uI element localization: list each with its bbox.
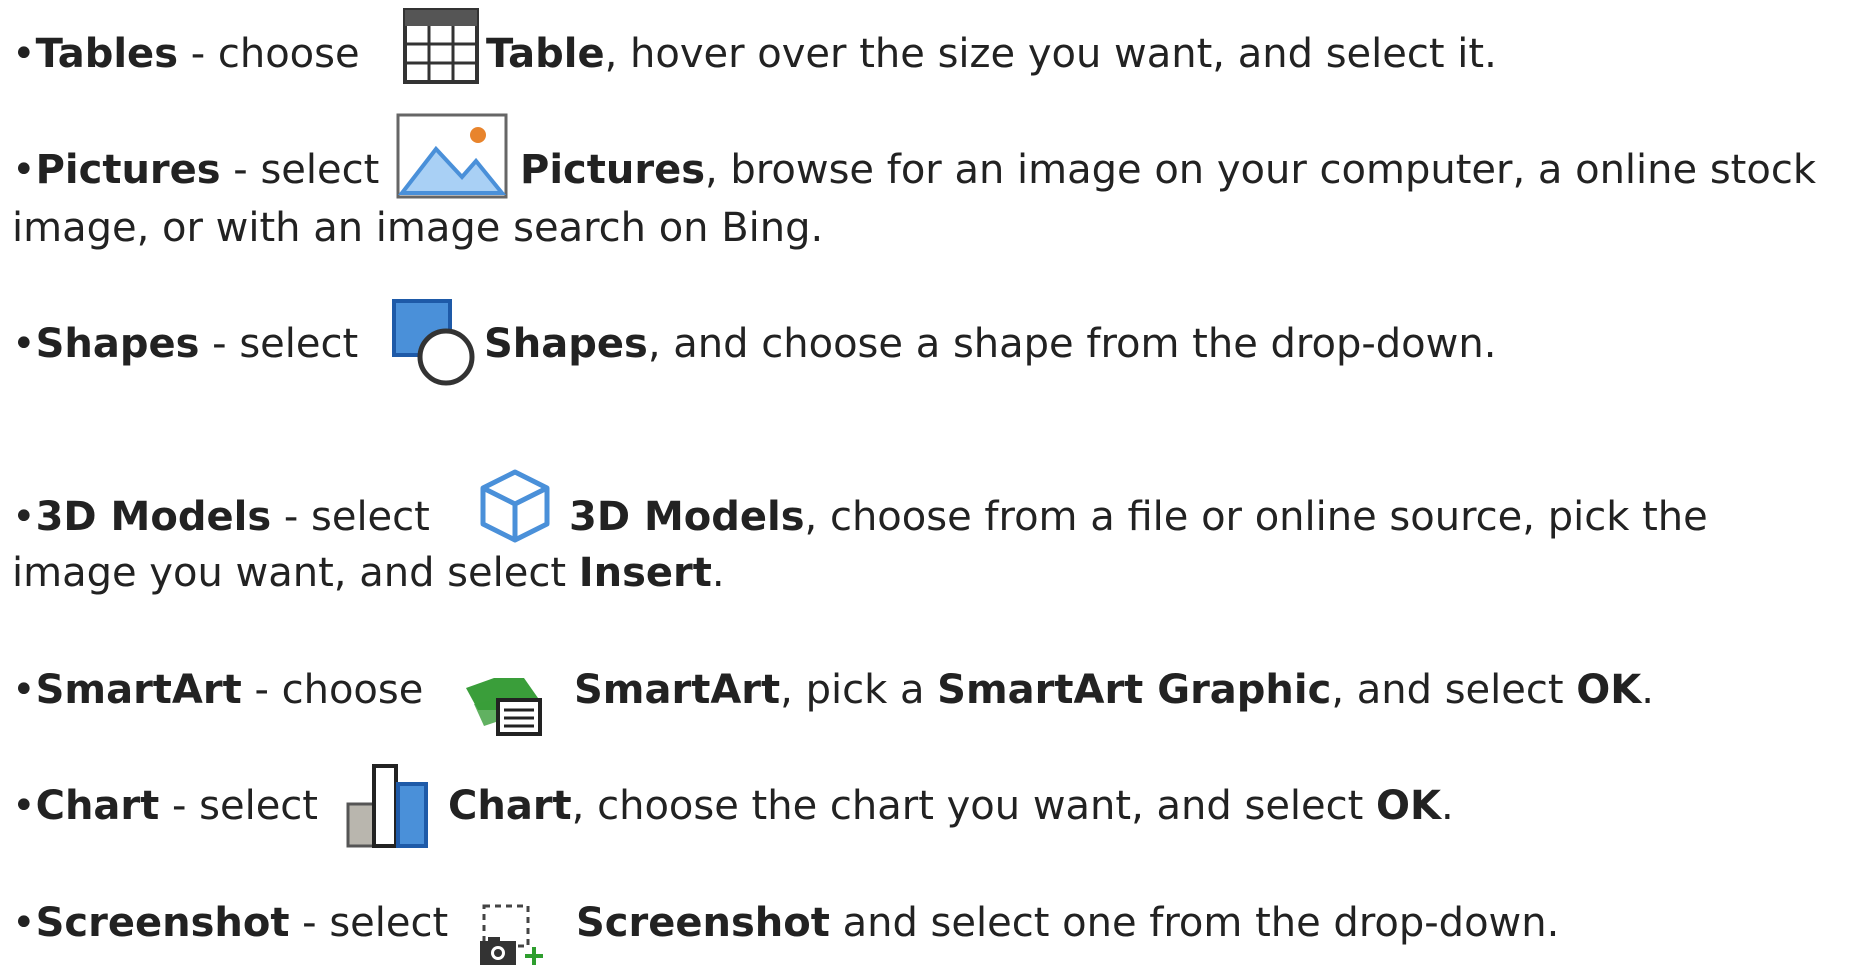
item-label: Pictures xyxy=(520,147,705,193)
bullet: • xyxy=(12,321,36,367)
item-3d-models-tail: 3D Models, choose from a file or online … xyxy=(569,489,1708,545)
bullet: • xyxy=(12,900,36,946)
bullet: • xyxy=(12,494,36,540)
item-3d-models-cont: image you want, and select Insert. xyxy=(12,545,725,601)
item-screenshot-tail: Screenshot and select one from the drop-… xyxy=(576,895,1559,951)
item-rest: , and choose a shape from the drop-down. xyxy=(647,321,1497,367)
item-term: 3D Models xyxy=(35,494,272,540)
item-label: 3D Models xyxy=(569,494,805,540)
item-rest: , choose from a file or online source, p… xyxy=(804,494,1708,540)
item-verb: - select xyxy=(220,147,380,193)
item-label: Shapes xyxy=(484,321,648,367)
item-shapes-tail: Shapes, and choose a shape from the drop… xyxy=(484,316,1496,372)
item-rest-cont: image you want, and select xyxy=(12,550,579,596)
item-term: Chart xyxy=(35,783,160,829)
item-rest: and select one from the drop-down. xyxy=(829,900,1560,946)
item-term: Pictures xyxy=(35,147,221,193)
item-term: Shapes xyxy=(35,321,200,367)
picture-icon xyxy=(396,113,508,199)
item-rest: , browse for an image on your computer, … xyxy=(705,147,1816,193)
item-verb: - select xyxy=(199,321,359,367)
item-verb: - select xyxy=(271,494,430,540)
period: . xyxy=(1641,667,1654,713)
item-term: SmartArt xyxy=(35,667,242,713)
smartart-icon xyxy=(466,678,542,736)
item-term: Screenshot xyxy=(35,900,290,946)
item-rest-cont: image, or with an image search on Bing. xyxy=(12,205,824,251)
ok-term: OK xyxy=(1576,667,1642,713)
insert-term: Insert xyxy=(578,550,712,596)
document: •Tables - choose Table, hover over the s… xyxy=(0,0,1874,965)
item-tables-tail: Table, hover over the size you want, and… xyxy=(486,26,1497,82)
item-verb: - choose xyxy=(241,667,424,713)
item-screenshot: •Screenshot - select xyxy=(12,895,448,951)
chart-icon xyxy=(346,764,428,848)
table-icon xyxy=(403,8,479,84)
item-chart-tail: Chart, choose the chart you want, and se… xyxy=(448,778,1454,834)
period: . xyxy=(711,550,725,596)
item-shapes: •Shapes - select xyxy=(12,316,358,372)
item-smartart: •SmartArt - choose xyxy=(12,662,423,718)
item-label: Table xyxy=(486,31,605,77)
item-label: Chart xyxy=(448,783,572,829)
item-smartart-tail: SmartArt, pick a SmartArt Graphic, and s… xyxy=(574,662,1654,718)
period: . xyxy=(1441,783,1454,829)
smartart-graphic-term: SmartArt Graphic xyxy=(937,667,1332,713)
item-term: Tables xyxy=(35,31,178,77)
item-chart: •Chart - select xyxy=(12,778,318,834)
item-tables: •Tables - choose xyxy=(12,26,360,82)
item-rest: , hover over the size you want, and sele… xyxy=(604,31,1497,77)
item-verb: - choose xyxy=(178,31,360,77)
bullet: • xyxy=(12,31,36,77)
item-pictures-cont: image, or with an image search on Bing. xyxy=(12,200,823,256)
item-verb: - select xyxy=(159,783,318,829)
bullet: • xyxy=(12,783,36,829)
item-pictures-tail: Pictures, browse for an image on your co… xyxy=(520,142,1816,198)
item-label: Screenshot xyxy=(576,900,830,946)
item-label: SmartArt xyxy=(574,667,781,713)
bullet: • xyxy=(12,667,36,713)
item-rest: , pick a xyxy=(780,667,938,713)
screenshot-icon xyxy=(480,904,543,965)
item-rest-b: , and select xyxy=(1331,667,1577,713)
ok-term: OK xyxy=(1376,783,1442,829)
shapes-icon xyxy=(392,299,475,386)
item-pictures: •Pictures - select xyxy=(12,142,379,198)
item-rest: , choose the chart you want, and select xyxy=(571,783,1377,829)
bullet: • xyxy=(12,147,36,193)
item-verb: - select xyxy=(289,900,449,946)
item-3d-models: •3D Models - select xyxy=(12,489,430,545)
3d-models-icon xyxy=(480,469,550,543)
